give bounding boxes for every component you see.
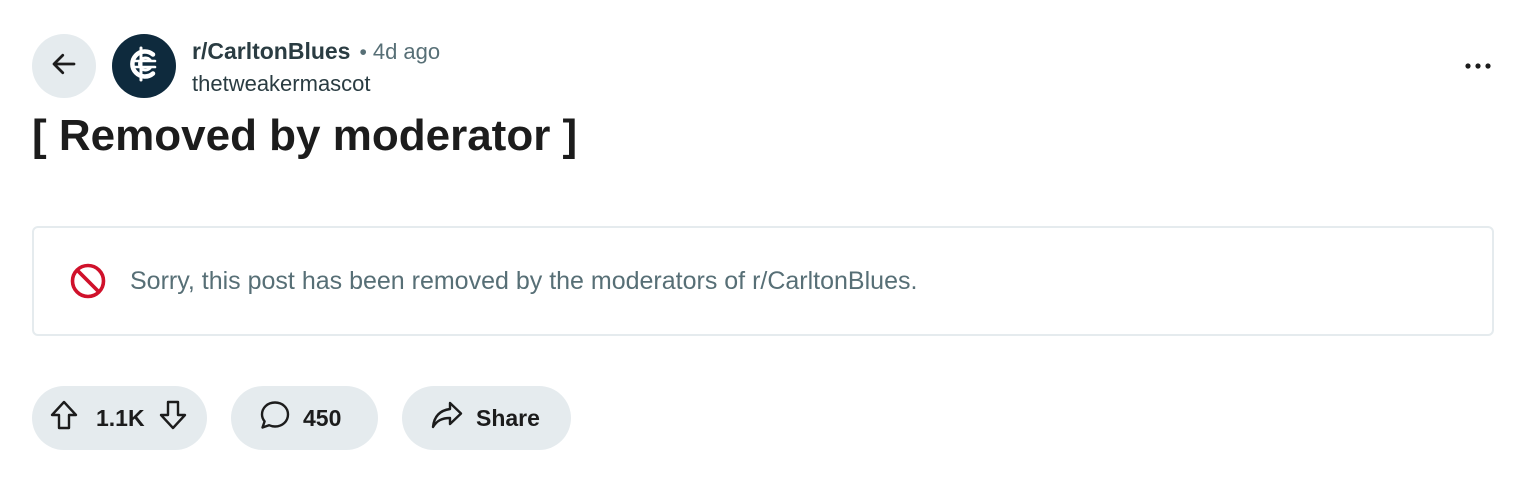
downvote-arrow-icon — [158, 399, 188, 437]
removal-message: Sorry, this post has been removed by the… — [130, 266, 918, 295]
back-button[interactable] — [32, 34, 96, 98]
arrow-left-icon — [49, 49, 79, 84]
more-horizontal-icon — [1464, 57, 1492, 75]
comment-bubble-icon — [259, 399, 291, 437]
prohibited-icon — [68, 261, 108, 301]
share-arrow-icon — [430, 400, 464, 436]
vote-bar: 1.1K — [32, 386, 207, 450]
carlton-monogram-icon — [122, 42, 166, 91]
comment-count: 450 — [303, 404, 342, 431]
author-link[interactable]: thetweakermascot — [192, 68, 440, 100]
share-button[interactable]: Share — [402, 386, 571, 450]
removal-notice: Sorry, this post has been removed by the… — [32, 226, 1494, 336]
comments-button[interactable]: 450 — [231, 386, 378, 450]
upvote-arrow-icon — [49, 399, 79, 437]
share-label: Share — [476, 404, 540, 431]
upvote-button[interactable] — [46, 400, 82, 436]
post-timestamp: 4d ago — [372, 39, 441, 64]
downvote-button[interactable] — [155, 400, 191, 436]
subreddit-avatar[interactable] — [112, 34, 176, 98]
vote-score: 1.1K — [96, 404, 145, 431]
post-meta: r/CarltonBlues • 4d ago thetweakermascot — [192, 36, 440, 100]
meta-separator: • — [359, 41, 367, 64]
subreddit-link[interactable]: r/CarltonBlues — [192, 36, 350, 66]
post-title: [ Removed by moderator ] — [32, 111, 578, 160]
overflow-menu-button[interactable] — [1450, 46, 1506, 86]
